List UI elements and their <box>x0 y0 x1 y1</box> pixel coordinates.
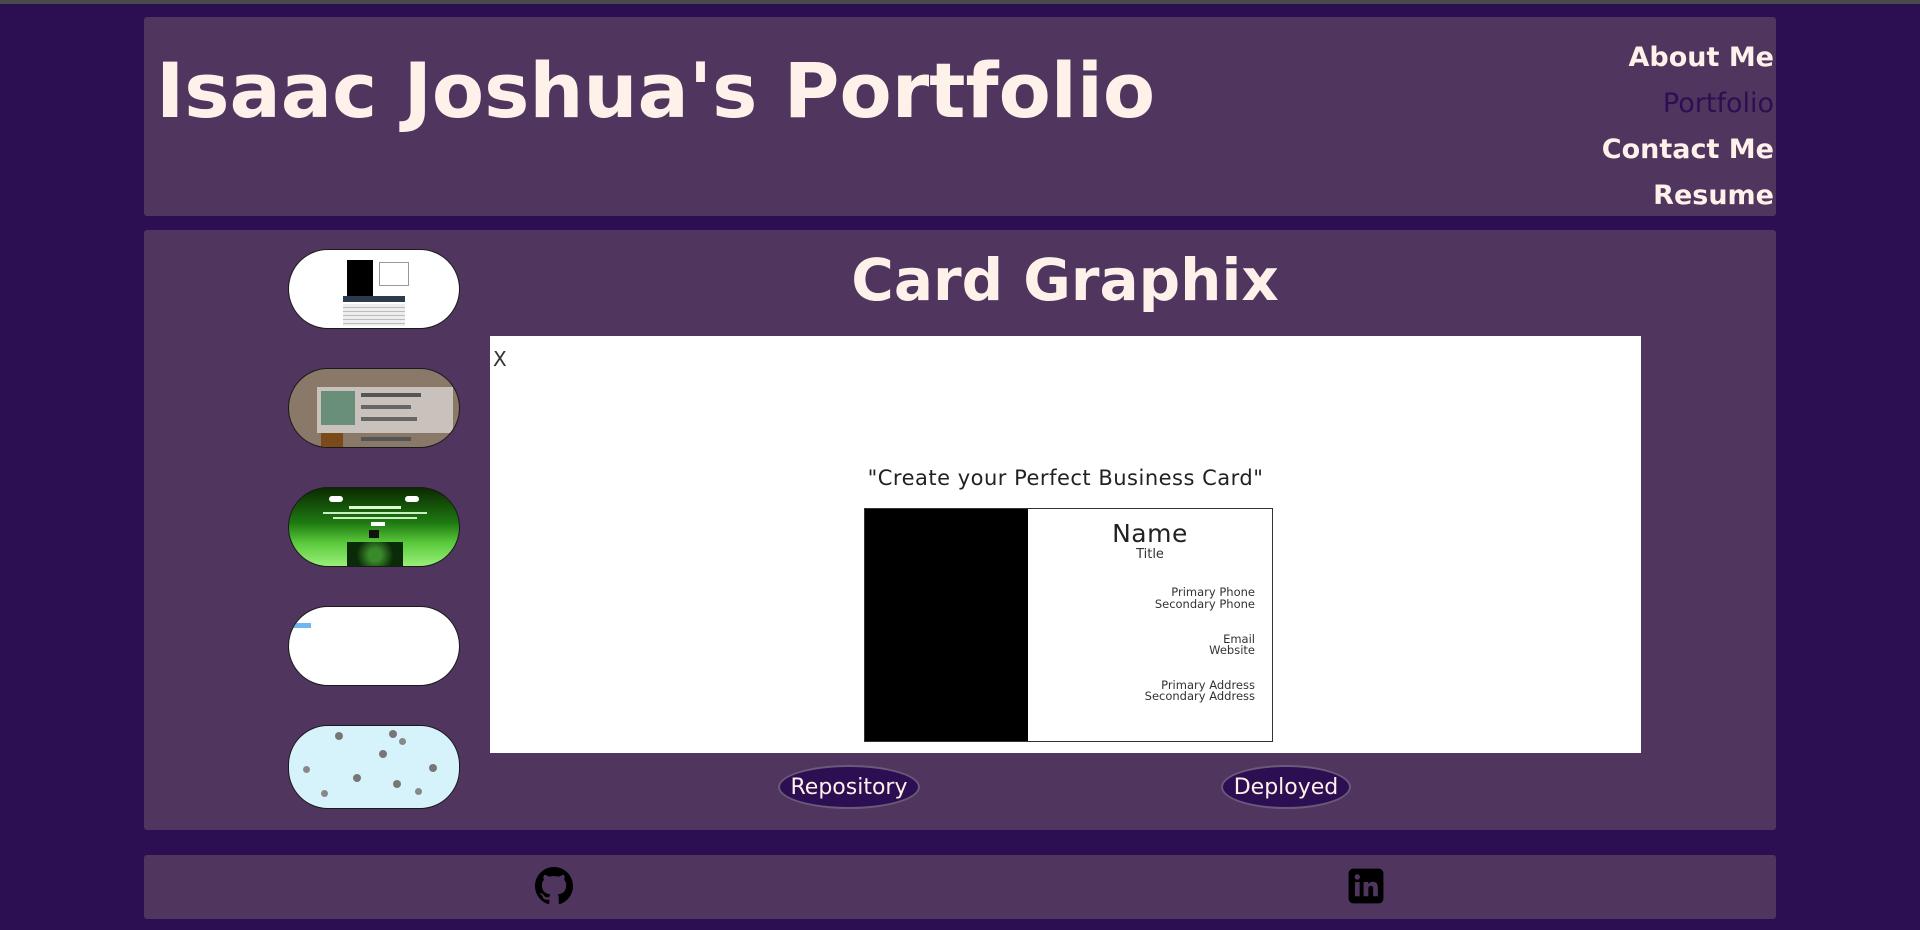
card-secondary-phone: Secondary Phone <box>1154 597 1255 611</box>
project-title: Card Graphix <box>851 246 1279 314</box>
browser-top-edge <box>0 0 1920 4</box>
site-footer <box>144 855 1776 919</box>
card-secondary-address: Secondary Address <box>1144 689 1255 703</box>
project-thumbnail-5[interactable] <box>288 725 460 809</box>
project-thumbnail-3[interactable] <box>288 487 460 567</box>
nav-resume[interactable]: Resume <box>1602 173 1774 219</box>
nav-portfolio[interactable]: Portfolio <box>1602 81 1774 127</box>
project-thumbnail-2[interactable] <box>288 368 460 448</box>
close-preview-button[interactable]: X <box>493 347 507 371</box>
portfolio-section: Card Graphix X "Create your Perfect Busi… <box>144 230 1776 830</box>
card-name: Name <box>1112 519 1188 548</box>
main-nav: About Me Portfolio Contact Me Resume <box>1602 35 1774 219</box>
card-photo-placeholder <box>865 509 1028 741</box>
repository-button[interactable]: Repository <box>778 765 920 809</box>
linkedin-icon[interactable] <box>1347 867 1385 905</box>
site-title: Isaac Joshua's Portfolio <box>156 46 1156 135</box>
nav-contact-me[interactable]: Contact Me <box>1602 127 1774 173</box>
card-website: Website <box>1209 643 1255 657</box>
project-thumbnail-4[interactable] <box>288 606 460 686</box>
github-icon[interactable] <box>535 867 573 905</box>
nav-about-me[interactable]: About Me <box>1602 35 1774 81</box>
business-card: Name Title Primary Phone Secondary Phone… <box>864 508 1273 742</box>
deployed-button[interactable]: Deployed <box>1221 765 1351 809</box>
preview-tagline: "Create your Perfect Business Card" <box>867 466 1264 490</box>
card-title: Title <box>1136 547 1164 562</box>
project-preview: X "Create your Perfect Business Card" Na… <box>490 336 1641 753</box>
project-thumbnail-1[interactable] <box>288 249 460 329</box>
site-header: Isaac Joshua's Portfolio About Me Portfo… <box>144 17 1776 216</box>
